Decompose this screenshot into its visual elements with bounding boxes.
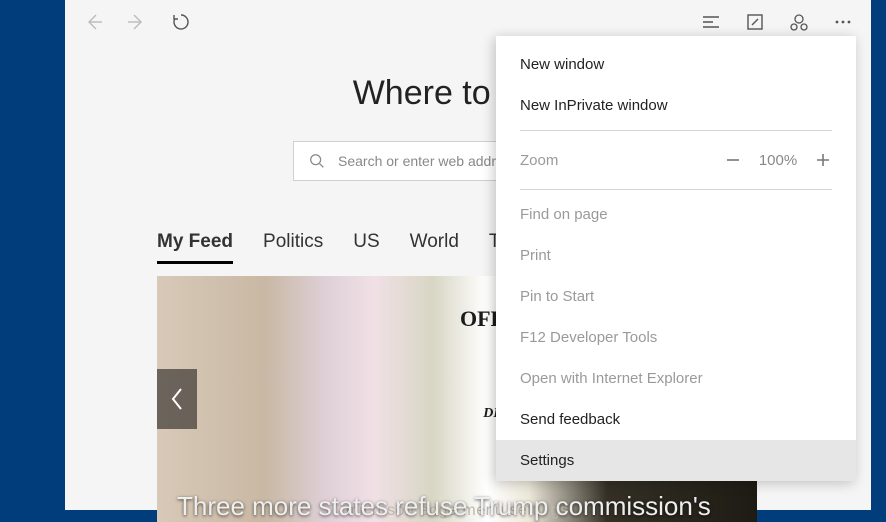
menu-print[interactable]: Print bbox=[496, 235, 856, 276]
refresh-icon bbox=[171, 12, 191, 32]
arrow-left-icon bbox=[83, 12, 103, 32]
hub-button[interactable] bbox=[693, 4, 729, 40]
forward-button[interactable] bbox=[119, 4, 155, 40]
share-button[interactable] bbox=[781, 4, 817, 40]
menu-open-ie[interactable]: Open with Internet Explorer bbox=[496, 358, 856, 399]
tab-world[interactable]: World bbox=[410, 231, 459, 264]
refresh-button[interactable] bbox=[163, 4, 199, 40]
tab-us[interactable]: US bbox=[353, 231, 379, 264]
menu-new-inprivate[interactable]: New InPrivate window bbox=[496, 85, 856, 126]
chevron-left-icon bbox=[169, 387, 185, 411]
menu-new-window[interactable]: New window bbox=[496, 44, 856, 85]
zoom-out-button[interactable] bbox=[718, 145, 748, 175]
menu-feedback[interactable]: Send feedback bbox=[496, 399, 856, 440]
webnote-button[interactable] bbox=[737, 4, 773, 40]
more-menu: New window New InPrivate window Zoom 100… bbox=[496, 36, 856, 481]
zoom-label: Zoom bbox=[520, 152, 718, 169]
more-icon bbox=[833, 12, 853, 32]
menu-pin[interactable]: Pin to Start bbox=[496, 276, 856, 317]
plus-icon bbox=[814, 151, 832, 169]
minus-icon bbox=[724, 151, 742, 169]
menu-separator bbox=[520, 189, 832, 190]
more-button[interactable] bbox=[825, 4, 861, 40]
tab-politics[interactable]: Politics bbox=[263, 231, 323, 264]
menu-devtools[interactable]: F12 Developer Tools bbox=[496, 317, 856, 358]
menu-settings[interactable]: Settings bbox=[496, 440, 856, 481]
share-icon bbox=[789, 12, 809, 32]
menu-zoom-row: Zoom 100% bbox=[496, 135, 856, 185]
search-icon bbox=[308, 152, 326, 170]
menu-find[interactable]: Find on page bbox=[496, 194, 856, 235]
back-button[interactable] bbox=[75, 4, 111, 40]
arrow-right-icon bbox=[127, 12, 147, 32]
zoom-value: 100% bbox=[748, 152, 808, 169]
browser-window: Where to next? My Feed Politics US World… bbox=[65, 0, 871, 510]
tab-my-feed[interactable]: My Feed bbox=[157, 231, 233, 264]
hero-prev-button[interactable] bbox=[157, 369, 197, 429]
menu-separator bbox=[520, 130, 832, 131]
zoom-in-button[interactable] bbox=[808, 145, 838, 175]
hub-icon bbox=[701, 12, 721, 32]
note-icon bbox=[745, 12, 765, 32]
